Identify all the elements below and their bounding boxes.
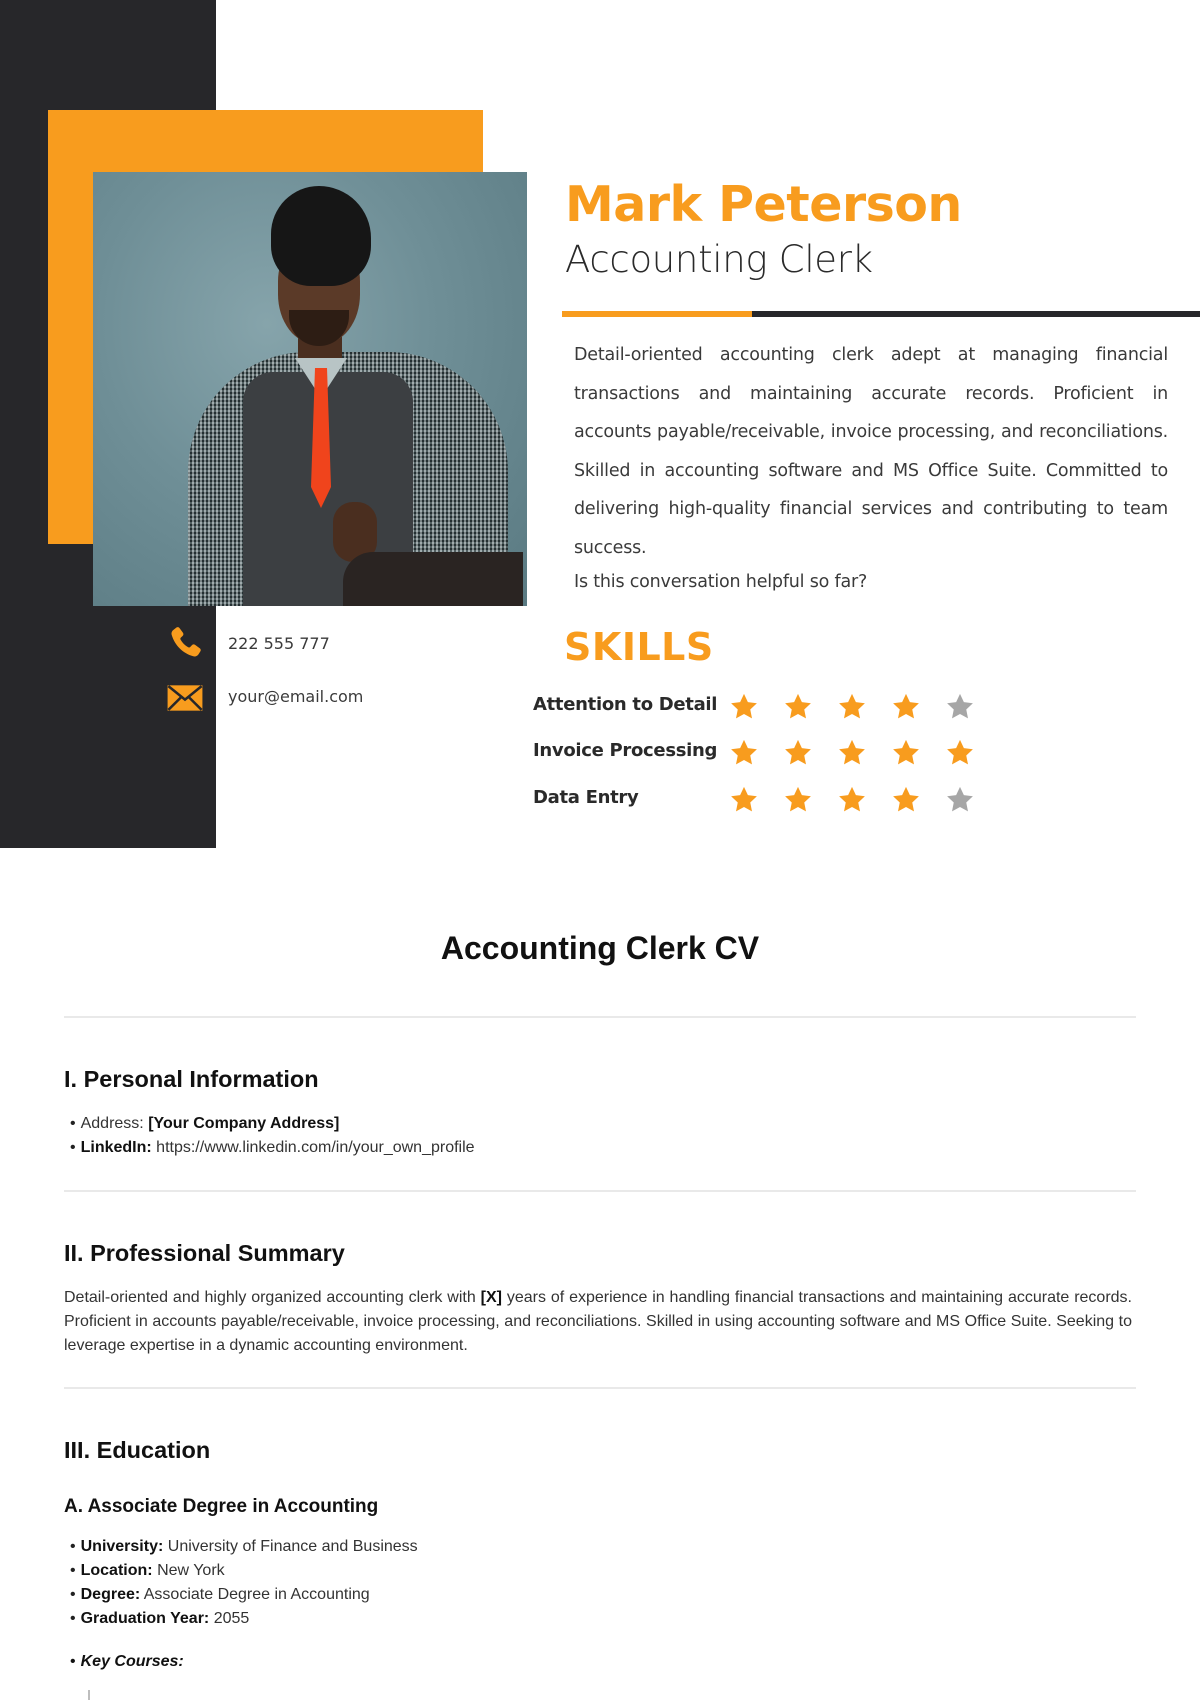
phone-number: 222 555 777 bbox=[228, 634, 330, 653]
years-placeholder: [X] bbox=[480, 1289, 502, 1306]
candidate-name: Mark Peterson bbox=[565, 176, 962, 233]
section-divider bbox=[64, 1190, 1136, 1192]
star-filled-icon bbox=[785, 693, 811, 719]
star-filled-icon bbox=[785, 739, 811, 765]
personal-info-list: Address: [Your Company Address] LinkedIn… bbox=[70, 1112, 475, 1160]
cv-banner: 222 555 777 your@email.com Mark Peterson… bbox=[0, 0, 1200, 850]
star-filled-icon bbox=[839, 693, 865, 719]
degree-subheading: A. Associate Degree in Accounting bbox=[64, 1496, 379, 1517]
personal-info-heading: I. Personal Information bbox=[64, 1066, 319, 1092]
list-item-university: University: University of Finance and Bu… bbox=[70, 1535, 418, 1559]
professional-summary-text: Detail-oriented and highly organized acc… bbox=[64, 1289, 1132, 1354]
star-filled-icon bbox=[731, 693, 757, 719]
header-divider-accent bbox=[562, 311, 752, 317]
key-courses-quote-bar bbox=[88, 1690, 90, 1700]
star-filled-icon bbox=[893, 693, 919, 719]
star-filled-icon bbox=[947, 739, 973, 765]
star-empty-icon bbox=[947, 693, 973, 719]
skill-row: Invoice Processing bbox=[533, 736, 1013, 772]
list-item-graduation-year: Graduation Year: 2055 bbox=[70, 1607, 418, 1631]
list-item-address: Address: [Your Company Address] bbox=[70, 1112, 475, 1136]
document-title: Accounting Clerk CV bbox=[440, 930, 760, 966]
email-address: your@email.com bbox=[228, 687, 364, 706]
professional-summary-heading: II. Professional Summary bbox=[64, 1240, 345, 1266]
list-item-degree: Degree: Associate Degree in Accounting bbox=[70, 1583, 418, 1607]
skill-row: Data Entry bbox=[533, 783, 1013, 819]
section-divider bbox=[64, 1387, 1136, 1389]
star-filled-icon bbox=[731, 786, 757, 812]
key-courses-label: Key Courses: bbox=[70, 1653, 184, 1671]
list-item-linkedin: LinkedIn: https://www.linkedin.com/in/yo… bbox=[70, 1136, 475, 1160]
star-filled-icon bbox=[785, 786, 811, 812]
skill-label: Invoice Processing bbox=[533, 740, 718, 761]
star-filled-icon bbox=[839, 786, 865, 812]
linkedin-url: https://www.linkedin.com/in/your_own_pro… bbox=[156, 1139, 475, 1156]
about-paragraph: Detail-oriented accounting clerk adept a… bbox=[574, 345, 1168, 558]
skills-heading: SKILLS bbox=[564, 625, 714, 669]
section-divider bbox=[64, 1016, 1136, 1018]
phone-icon bbox=[171, 627, 201, 657]
skill-label: Data Entry bbox=[533, 787, 639, 808]
education-details-list: University: University of Finance and Bu… bbox=[70, 1535, 418, 1631]
star-filled-icon bbox=[893, 739, 919, 765]
star-filled-icon bbox=[731, 739, 757, 765]
profile-photo bbox=[93, 172, 527, 606]
star-filled-icon bbox=[839, 739, 865, 765]
education-heading: III. Education bbox=[64, 1437, 211, 1463]
skill-row: Attention to Detail bbox=[533, 690, 1013, 726]
candidate-role: Accounting Clerk bbox=[565, 238, 873, 281]
list-item-location: Location: New York bbox=[70, 1559, 418, 1583]
star-filled-icon bbox=[893, 786, 919, 812]
header-divider-dark bbox=[752, 311, 1200, 317]
address-value: [Your Company Address] bbox=[148, 1115, 340, 1132]
envelope-icon bbox=[167, 685, 203, 711]
star-empty-icon bbox=[947, 786, 973, 812]
skill-label: Attention to Detail bbox=[533, 694, 718, 715]
feedback-question: Is this conversation helpful so far? bbox=[574, 572, 868, 592]
